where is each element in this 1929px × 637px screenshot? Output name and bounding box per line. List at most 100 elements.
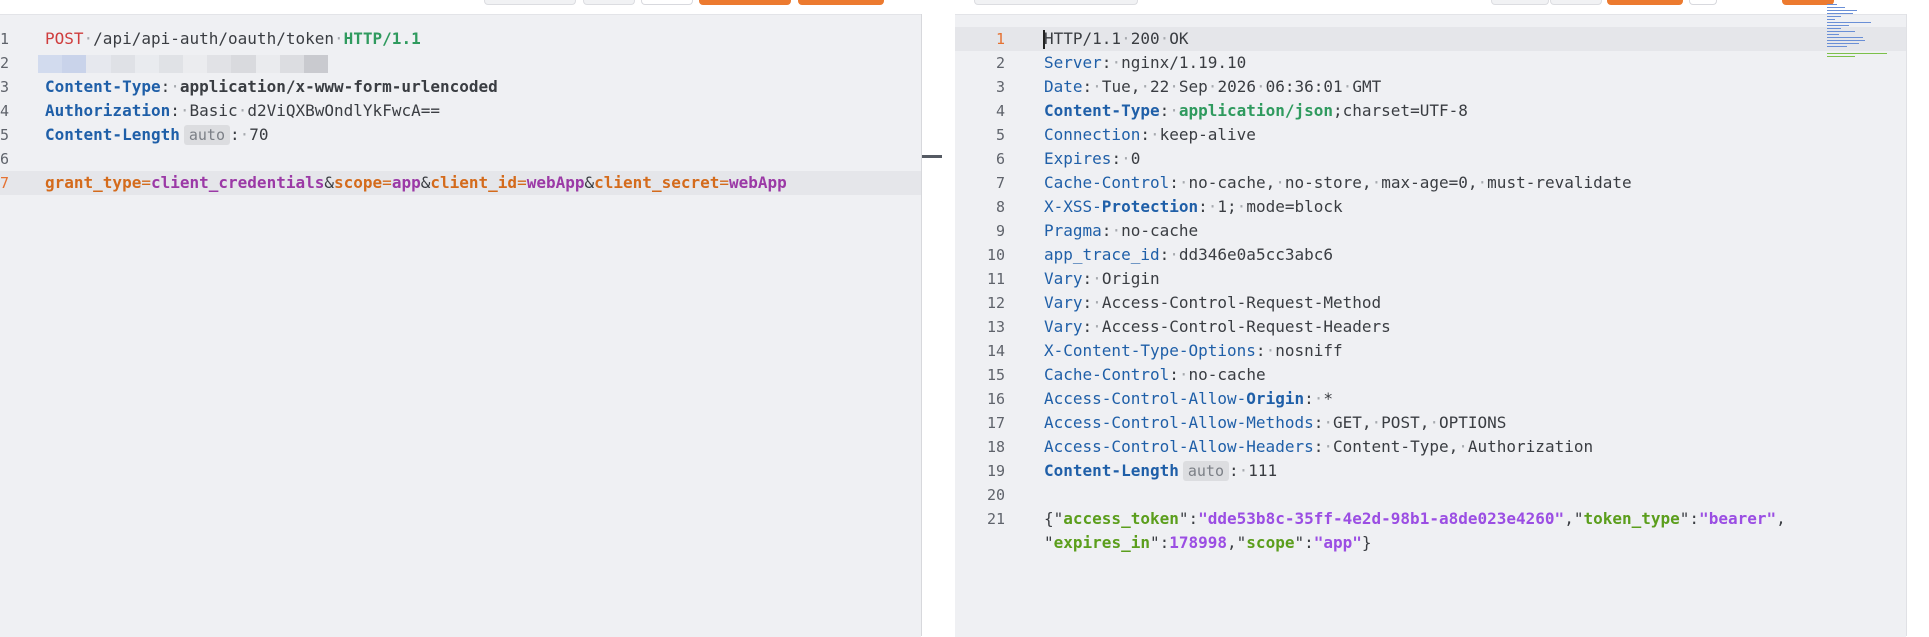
send-button[interactable] [699, 0, 791, 5]
line-number: 3 [995, 78, 1005, 96]
header-line: 11 Vary:·Origin [955, 267, 1906, 291]
line-number: 18 [986, 438, 1005, 456]
line-number: 6 [995, 150, 1005, 168]
json-value: bearer [1708, 509, 1767, 528]
minimap-icon[interactable] [1827, 4, 1889, 57]
header-line: 19 Content-Length auto:·111 [955, 459, 1906, 483]
json-key: scope [1246, 533, 1295, 552]
toolbar-button[interactable] [484, 0, 576, 5]
line-number: 7 [0, 174, 10, 192]
header-name: Content-Length [45, 125, 180, 144]
header-line: 4 Authorization:·Basic·d2ViQXBwOndlYkFwc… [0, 99, 921, 123]
line-number: 13 [986, 318, 1005, 336]
toolbar-action-button[interactable] [1607, 0, 1683, 5]
header-name: Pragma [1044, 221, 1102, 240]
toolbar-button[interactable] [1550, 0, 1602, 5]
header-value: no-cache,·no-store,·max-age=0,·must-reva… [1188, 173, 1632, 192]
header-name: Access-Control-Allow-Headers [1044, 437, 1314, 456]
header-name: Vary [1044, 269, 1083, 288]
header-line: 3 Date:·Tue,·22·Sep·2026·06:36:01·GMT [955, 75, 1906, 99]
line-number: 17 [986, 414, 1005, 432]
header-value: * [1323, 389, 1334, 408]
line-number: 4 [0, 102, 10, 120]
status-line: 1 HTTP/1.1·200·OK [955, 27, 1906, 51]
header-name: Cache-Control [1044, 365, 1170, 384]
header-name: Access-Control-Allow-Methods [1044, 413, 1314, 432]
auto-badge[interactable]: auto [1182, 461, 1229, 481]
response-viewer[interactable]: 1 HTTP/1.1·200·OK 2 Server:·nginx/1.19.10… [955, 14, 1906, 637]
toolbar-button[interactable] [1491, 0, 1549, 5]
header-value: Access-Control-Request-Method [1101, 293, 1382, 312]
scrollbar-gutter[interactable] [1906, 14, 1929, 636]
param-key: client_id [430, 173, 518, 192]
line-number: 1 [995, 30, 1005, 48]
redacted-line: 2 [0, 51, 921, 75]
header-name: Content-Type [45, 77, 161, 96]
line-number: 19 [986, 462, 1005, 480]
json-key: expires_in [1053, 533, 1150, 552]
line-number: 3 [0, 78, 10, 96]
blank-line: 20 [955, 483, 1906, 507]
header-line: 16 Access-Control-Allow-Origin:·* [955, 387, 1906, 411]
header-value: 111 [1248, 461, 1278, 480]
header-value: nosniff [1275, 341, 1343, 360]
request-editor[interactable]: 1 POST·/api/api-auth/oauth/token·HTTP/1.… [0, 14, 921, 637]
header-value: application/json [1178, 101, 1333, 120]
header-name: Expires [1044, 149, 1112, 168]
header-line: 5 Content-Length auto:·70 [0, 123, 921, 147]
split-handle[interactable] [922, 155, 942, 158]
divider-line [921, 14, 922, 636]
request-path: /api/api-auth/oauth/token [93, 29, 334, 48]
json-key: token_type [1583, 509, 1680, 528]
toolbar-action-button[interactable] [798, 0, 884, 5]
header-line: 17 Access-Control-Allow-Methods:·GET,·POS… [955, 411, 1906, 435]
param-key: scope [334, 173, 383, 192]
header-line: 8 X-XSS-Protection:·1;·mode=block [955, 195, 1906, 219]
header-name: X-Content-Type-Options [1044, 341, 1256, 360]
header-line: 12 Vary:·Access-Control-Request-Method [955, 291, 1906, 315]
http-method: POST [45, 29, 84, 48]
toolbar-button[interactable] [583, 0, 635, 5]
header-name: Vary [1044, 317, 1083, 336]
line-number: 5 [0, 126, 10, 144]
line-number: 12 [986, 294, 1005, 312]
header-line: 2 Server:·nginx/1.19.10 [955, 51, 1906, 75]
line-number: 9 [995, 222, 1005, 240]
toolbar-button[interactable] [641, 0, 693, 5]
header-value: dd346e0a5cc3abc6 [1178, 245, 1333, 264]
header-name: Date [1044, 77, 1083, 96]
json-line: "expires_in":178998,"scope":"app"} [1044, 533, 1372, 552]
line-number: 6 [0, 150, 10, 168]
line-number: 21 [986, 510, 1005, 528]
redacted-block [38, 55, 329, 73]
header-name: X-XSS- [1044, 197, 1102, 216]
pane-divider[interactable] [921, 14, 955, 636]
line-number: 16 [986, 390, 1005, 408]
param-value: webApp [729, 173, 787, 192]
header-name: Origin [1246, 389, 1305, 408]
header-value: GET,·POST,·OPTIONS [1333, 413, 1507, 432]
header-line: 9 Pragma:·no-cache [955, 219, 1906, 243]
header-name: Cache-Control [1044, 173, 1170, 192]
header-value: 1;·mode=block [1217, 197, 1343, 216]
header-value: application/x-www-form-urlencoded [179, 77, 498, 96]
header-name: Authorization [45, 101, 171, 120]
json-value: 178998 [1169, 533, 1228, 552]
param-value: client_credentials [150, 173, 325, 192]
header-line: 6 Expires:·0 [955, 147, 1906, 171]
line-number: 1 [0, 30, 10, 48]
header-line: 15 Cache-Control:·no-cache [955, 363, 1906, 387]
header-line: 7 Cache-Control:·no-cache,·no-store,·max-… [955, 171, 1906, 195]
header-name: Access-Control-Allow- [1044, 389, 1247, 408]
header-value: Basic·d2ViQXBwOndlYkFwcA== [189, 101, 440, 120]
line-number: 10 [986, 246, 1005, 264]
toolbar-button[interactable] [1689, 0, 1717, 5]
auto-badge[interactable]: auto [183, 125, 230, 145]
header-value: no-cache [1121, 221, 1199, 240]
toolbar-button[interactable] [974, 0, 1138, 5]
header-value: 70 [249, 125, 269, 144]
line-number: 4 [995, 102, 1005, 120]
header-name: Connection [1044, 125, 1141, 144]
header-value: keep-alive [1159, 125, 1256, 144]
param-value: webApp [526, 173, 585, 192]
